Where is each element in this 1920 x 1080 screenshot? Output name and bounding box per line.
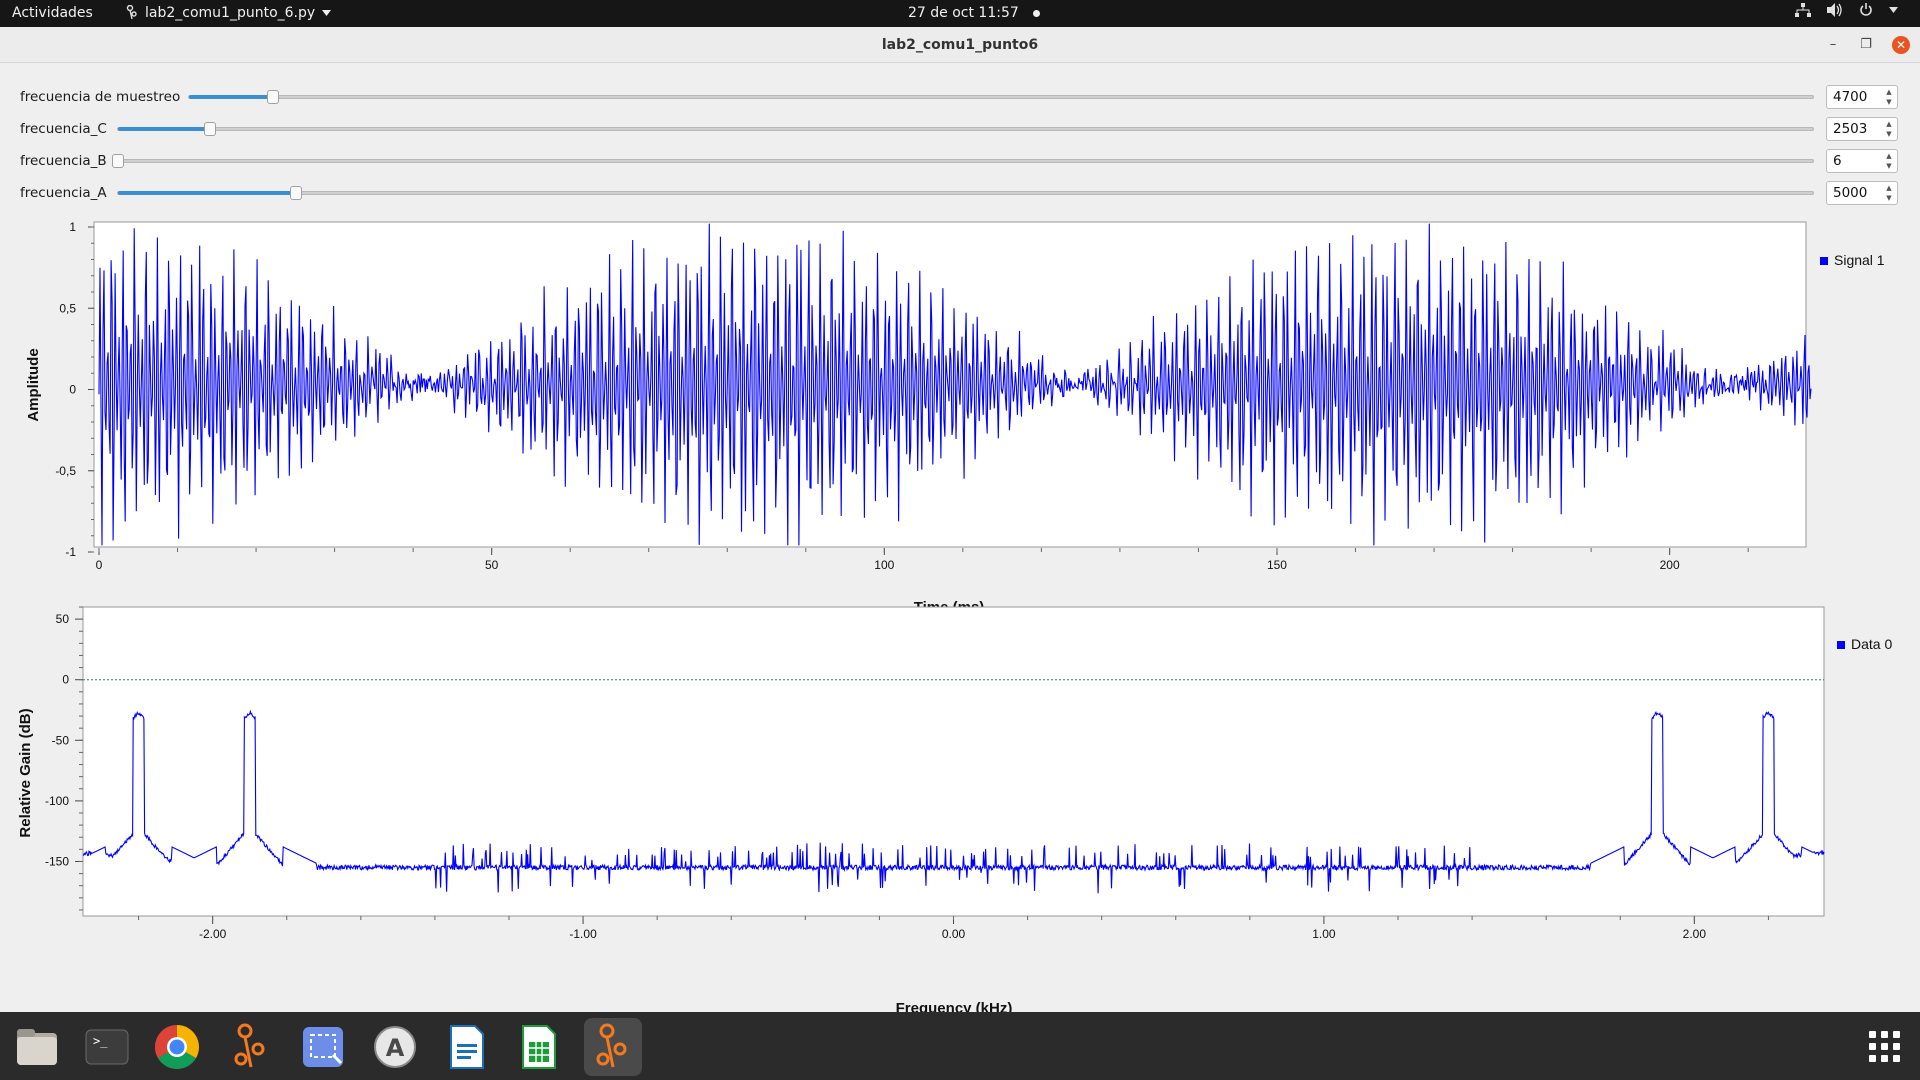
freq-plot-svg: 50 0 -50 -100 -150 -2.00 -1.00 0.00 1.00 2.00 Re…	[17, 606, 1892, 1012]
legend-swatch	[1837, 641, 1845, 649]
spinbox-arrows[interactable]: ▲ ▼	[1883, 151, 1895, 171]
spinbox-value: 2503	[1833, 121, 1868, 137]
slider-track[interactable]	[112, 154, 1814, 168]
y-tick-label: -150	[45, 854, 69, 868]
gnuradio-small-icon	[126, 5, 137, 20]
x-tick-label: 200	[1660, 558, 1680, 572]
gnuradio-icon[interactable]	[226, 1022, 276, 1072]
x-tick-label: 2.00	[1683, 927, 1707, 941]
x-tick-label: 100	[874, 558, 894, 572]
y-axis-label: Relative Gain (dB)	[17, 708, 34, 837]
chrome-icon[interactable]	[152, 1022, 202, 1072]
app-menu[interactable]: lab2_comu1_punto_6.py	[126, 5, 332, 21]
spinbox[interactable]: 4700 ▲ ▼	[1826, 85, 1898, 109]
activities-button[interactable]: Actividades	[12, 5, 93, 21]
y-tick-label: 0	[69, 383, 76, 397]
y-tick-label: 0	[62, 673, 69, 687]
y-tick-label: 0,5	[59, 301, 76, 315]
calc-icon[interactable]	[514, 1022, 564, 1072]
software-icon[interactable]: A	[370, 1022, 420, 1072]
y-tick-label: 50	[56, 612, 70, 626]
y-tick-label: 1	[69, 220, 76, 234]
spinbox[interactable]: 6 ▲ ▼	[1826, 149, 1898, 173]
spinbox-value: 5000	[1833, 185, 1868, 201]
network-icon	[1795, 3, 1811, 17]
x-tick-label: 50	[485, 558, 499, 572]
terminal-icon[interactable]: >_	[82, 1022, 132, 1072]
control-row-frecuencia-b: frecuencia_B 6 ▲ ▼	[0, 147, 1920, 175]
clock[interactable]: 27 de oct 11:57	[908, 5, 1040, 21]
dock: >_ A	[0, 1012, 1920, 1080]
chevron-down-icon	[322, 10, 332, 16]
x-axis-label: Frequency (kHz)	[896, 1000, 1013, 1012]
files-icon[interactable]	[12, 1022, 62, 1072]
slider-handle[interactable]	[203, 122, 216, 136]
maximize-button[interactable]: ❐	[1857, 36, 1875, 54]
freq-sink-plot[interactable]: 50 0 -50 -100 -150 -2.00 -1.00 0.00 1.00 2.00 Re…	[0, 605, 1920, 1012]
close-button[interactable]: ✕	[1892, 36, 1910, 54]
app-window: lab2_comu1_punto6 – ❐ ✕ frecuencia de mu…	[0, 27, 1920, 1012]
spinbox-arrows[interactable]: ▲ ▼	[1883, 87, 1895, 107]
slider-handle[interactable]	[267, 90, 280, 104]
y-tick-label: -100	[45, 794, 69, 808]
system-top-bar: Actividades lab2_comu1_punto_6.py 27 de …	[0, 0, 1920, 27]
control-label: frecuencia_A	[20, 185, 107, 201]
plot-canvas[interactable]	[82, 606, 1825, 917]
y-tick-label: -1	[65, 545, 76, 559]
slider-handle[interactable]	[112, 154, 124, 168]
svg-text:>_: >_	[93, 1034, 108, 1048]
spinbox-arrows[interactable]: ▲ ▼	[1883, 119, 1895, 139]
chevron-down-icon	[1889, 7, 1898, 13]
control-row-frecuencia-c: frecuencia_C 2503 ▲ ▼	[0, 115, 1920, 143]
x-tick-label: 150	[1267, 558, 1287, 572]
svg-text:A: A	[386, 1034, 405, 1062]
spinbox-value: 6	[1833, 153, 1842, 169]
control-label: frecuencia_C	[20, 121, 107, 137]
gnuradio-icon[interactable]	[584, 1018, 642, 1076]
control-row-frecuencia-a: frecuencia_A 5000 ▲ ▼	[0, 179, 1920, 207]
clock-label: 27 de oct 11:57	[908, 5, 1019, 21]
x-tick-label: -1.00	[569, 927, 597, 941]
slider-handle[interactable]	[289, 186, 302, 200]
slider-track[interactable]	[117, 122, 1814, 136]
volume-icon	[1827, 3, 1842, 17]
x-tick-label: 1.00	[1312, 927, 1336, 941]
control-label: frecuencia_B	[20, 153, 107, 169]
y-tick-label: -50	[52, 733, 70, 747]
spinbox[interactable]: 5000 ▲ ▼	[1826, 181, 1898, 205]
slider-fill	[189, 95, 274, 99]
power-icon	[1860, 3, 1872, 16]
control-label: frecuencia de muestreo	[20, 89, 181, 105]
app-menu-label: lab2_comu1_punto_6.py	[145, 5, 316, 21]
slider-fill	[118, 191, 296, 195]
writer-icon[interactable]	[442, 1022, 492, 1072]
slider-fill	[118, 127, 210, 131]
window-titlebar[interactable]: lab2_comu1_punto6 – ❐ ✕	[0, 27, 1920, 63]
legend-label[interactable]: Data 0	[1851, 636, 1892, 652]
spinbox-arrows[interactable]: ▲ ▼	[1883, 183, 1895, 203]
minimize-button[interactable]: –	[1824, 36, 1842, 54]
system-tray[interactable]	[1795, 3, 1898, 17]
slider-track[interactable]	[117, 186, 1814, 200]
y-tick-label: -0,5	[55, 464, 76, 478]
screenshot-icon[interactable]	[298, 1022, 348, 1072]
x-tick-label: 0.00	[942, 927, 966, 941]
spinbox-value: 4700	[1833, 89, 1868, 105]
y-axis-label: Amplitude	[25, 348, 42, 421]
spinbox[interactable]: 2503 ▲ ▼	[1826, 117, 1898, 141]
x-tick-label: -2.00	[199, 927, 227, 941]
window-title: lab2_comu1_punto6	[881, 37, 1039, 53]
slider-track[interactable]	[188, 90, 1814, 104]
x-tick-label: 0	[96, 558, 103, 572]
apps-grid-icon[interactable]	[1860, 1022, 1910, 1072]
time-sink-plot[interactable]: 10,50-0,5-1 050100150200 Amplitude Time …	[0, 213, 1920, 623]
legend-label[interactable]: Signal 1	[1834, 252, 1885, 268]
control-row-frecuencia-de-muestreo: frecuencia de muestreo 4700 ▲ ▼	[0, 83, 1920, 111]
legend-swatch	[1820, 257, 1828, 265]
notification-dot-icon	[1032, 9, 1040, 17]
time-plot-svg: 10,50-0,5-1 050100150200 Amplitude Time …	[25, 220, 1885, 616]
